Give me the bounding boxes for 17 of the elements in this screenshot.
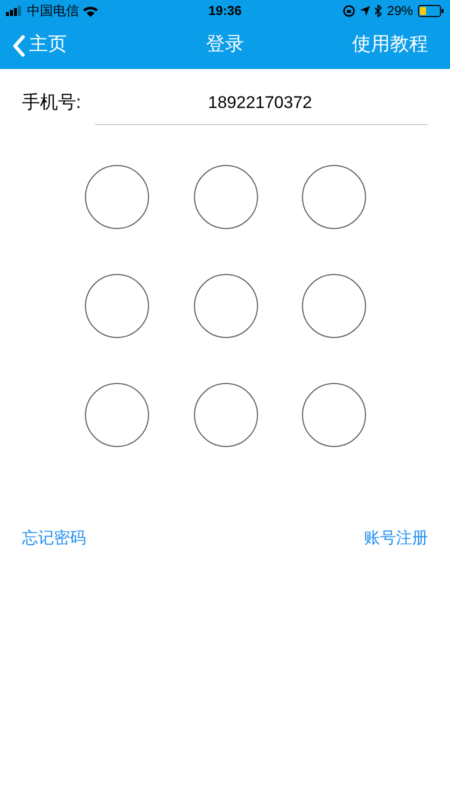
battery-icon: [418, 5, 444, 17]
status-time: 19:36: [207, 2, 243, 20]
register-link[interactable]: 账号注册: [364, 527, 428, 551]
forgot-password-link[interactable]: 忘记密码: [22, 527, 86, 551]
chevron-left-icon: [12, 34, 25, 56]
carrier-name: 中国电信: [27, 2, 79, 20]
tutorial-button[interactable]: 使用教程: [308, 31, 438, 60]
location-icon: [360, 6, 370, 16]
phone-field[interactable]: 18922170372: [95, 90, 428, 125]
signal-icon: [6, 6, 23, 16]
nav-title: 登录: [205, 33, 245, 58]
battery-percent: 29%: [386, 2, 413, 20]
rotation-lock-icon: [342, 5, 355, 17]
wifi-icon: [83, 6, 98, 16]
back-button[interactable]: 主页: [12, 31, 142, 60]
bluetooth-icon: [374, 5, 382, 17]
phone-label: 手机号:: [22, 91, 82, 114]
